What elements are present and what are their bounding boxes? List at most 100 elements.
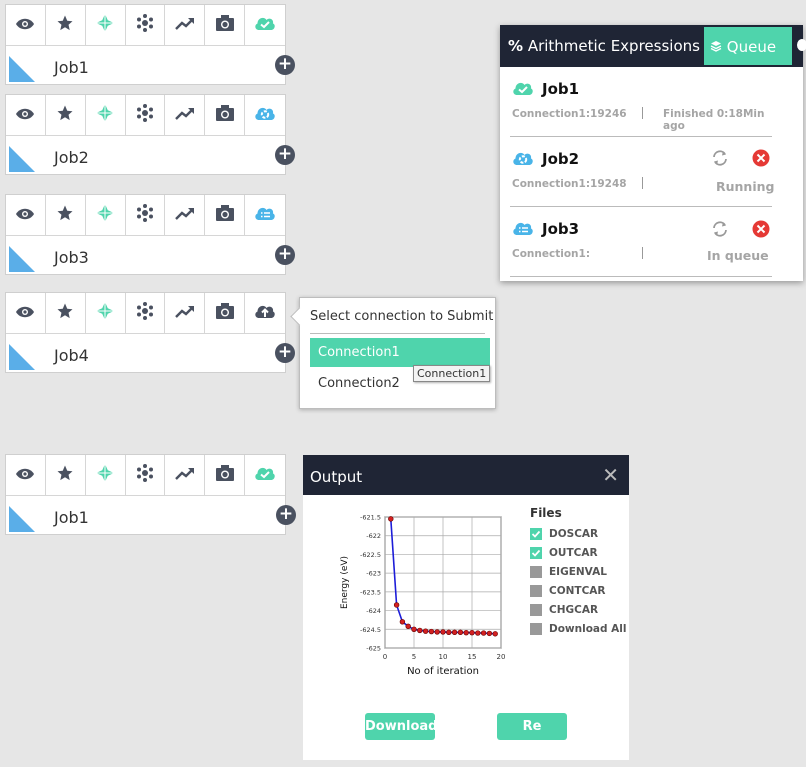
view-button[interactable] <box>6 455 46 495</box>
y-axis-label: Energy (eV) <box>340 556 350 609</box>
camera-icon <box>215 14 235 36</box>
data-point <box>469 629 475 636</box>
job-toolbar <box>6 95 285 136</box>
y-tick-label: -623 <box>366 570 381 578</box>
trend-button[interactable] <box>165 95 206 135</box>
crystal-icon <box>95 301 115 325</box>
job-row[interactable]: Job2 <box>6 136 285 174</box>
tab-label: Queue <box>726 38 777 56</box>
refresh-icon[interactable] <box>711 149 729 171</box>
job-card: Job2 <box>5 94 286 175</box>
trend-button[interactable] <box>165 293 206 333</box>
job-row[interactable]: Job3 <box>6 236 285 274</box>
add-button[interactable]: + <box>275 343 295 363</box>
job-toolbar <box>6 5 285 46</box>
star-button[interactable] <box>46 195 86 235</box>
star-button[interactable] <box>46 5 86 45</box>
resubmit-button[interactable]: Re Submit <box>497 713 567 761</box>
job-row[interactable]: Job1 <box>6 46 285 84</box>
view-button[interactable] <box>6 95 46 135</box>
trend-button[interactable] <box>165 195 206 235</box>
camera-button[interactable] <box>205 455 246 495</box>
molecule-icon <box>135 13 155 37</box>
crystal-button[interactable] <box>86 195 126 235</box>
queue-connection: Connection1:19246 <box>512 108 627 120</box>
queue-status: Running <box>716 179 775 194</box>
refresh-icon[interactable] <box>711 220 729 242</box>
download-button[interactable]: Download <box>365 713 437 740</box>
crystal-button[interactable] <box>86 293 126 333</box>
camera-button[interactable] <box>205 95 246 135</box>
file-label: CHGCAR <box>549 604 599 616</box>
data-point <box>393 602 400 608</box>
job-status-button[interactable] <box>245 293 285 333</box>
camera-button[interactable] <box>205 5 246 45</box>
checkbox-unchecked-icon <box>530 604 542 616</box>
queue-item[interactable]: Job1 Connection1:19246 Finished 0:18Min … <box>510 67 772 137</box>
molecule-button[interactable] <box>126 455 166 495</box>
connection-option[interactable]: Connection1 <box>310 338 490 367</box>
job-status-button[interactable] <box>245 95 285 135</box>
queue-item[interactable]: Job2 Connection1:19248 Running <box>510 137 775 207</box>
y-tick-label: -623.5 <box>360 588 381 596</box>
job-name: Job1 <box>54 58 89 77</box>
data-point <box>399 619 406 625</box>
star-button[interactable] <box>46 293 86 333</box>
molecule-button[interactable] <box>126 95 166 135</box>
job-row[interactable]: Job4 <box>6 334 285 372</box>
add-button[interactable]: + <box>275 55 295 75</box>
camera-button[interactable] <box>205 293 246 333</box>
molecule-icon <box>135 103 155 127</box>
check-cloud-icon <box>254 464 276 486</box>
cancel-icon[interactable] <box>752 220 770 242</box>
crystal-icon <box>95 103 115 127</box>
data-point <box>422 628 429 634</box>
job-triangle-icon <box>9 246 35 272</box>
crystal-button[interactable] <box>86 5 126 45</box>
molecule-icon <box>135 301 155 325</box>
data-point <box>434 629 440 635</box>
view-button[interactable] <box>6 5 46 45</box>
trend-icon <box>175 106 195 125</box>
queue-item[interactable]: Job3 Connection1: In queue <box>510 207 772 277</box>
add-button[interactable]: + <box>276 505 296 525</box>
x-tick-label: 10 <box>439 653 448 661</box>
trend-button[interactable] <box>165 455 206 495</box>
molecule-button[interactable] <box>126 195 166 235</box>
star-button[interactable] <box>46 455 86 495</box>
queue-job-name: Job1 <box>542 80 580 98</box>
data-point <box>492 631 498 637</box>
star-icon <box>56 464 74 486</box>
trend-button[interactable] <box>165 5 206 45</box>
star-button[interactable] <box>46 95 86 135</box>
camera-button[interactable] <box>205 195 246 235</box>
queue-tab[interactable]: Queue <box>704 27 792 65</box>
data-point <box>388 516 394 522</box>
molecule-button[interactable] <box>126 5 166 45</box>
data-point <box>486 630 493 637</box>
job-status-button[interactable] <box>245 195 285 235</box>
job-status-button[interactable] <box>245 5 285 45</box>
add-button[interactable]: + <box>275 245 295 265</box>
job-name: Job3 <box>54 248 89 267</box>
queue-panel: % Arithmetic Expressions Queue Job1 Conn… <box>500 25 806 281</box>
arithmetic-expressions-tab[interactable]: % Arithmetic Expressions <box>508 37 700 55</box>
molecule-button[interactable] <box>126 293 166 333</box>
data-point <box>457 629 464 635</box>
job-row[interactable]: Job1 <box>6 496 285 534</box>
add-button[interactable]: + <box>275 145 295 165</box>
crystal-button[interactable] <box>86 455 126 495</box>
x-axis-label: No of iteration <box>407 666 479 677</box>
view-button[interactable] <box>6 293 46 333</box>
view-button[interactable] <box>6 195 46 235</box>
connection-tooltip: Connection1 <box>413 365 491 382</box>
camera-icon <box>215 302 235 324</box>
cancel-icon[interactable] <box>752 149 770 171</box>
job-card: Job1 <box>5 454 286 535</box>
job-status-button[interactable] <box>245 455 285 495</box>
queue-connection: Connection1: <box>512 248 591 260</box>
y-tick-label: -624.5 <box>360 626 381 634</box>
close-icon[interactable]: ✕ <box>602 463 619 487</box>
checkbox-unchecked-icon <box>530 623 542 635</box>
crystal-button[interactable] <box>86 95 126 135</box>
